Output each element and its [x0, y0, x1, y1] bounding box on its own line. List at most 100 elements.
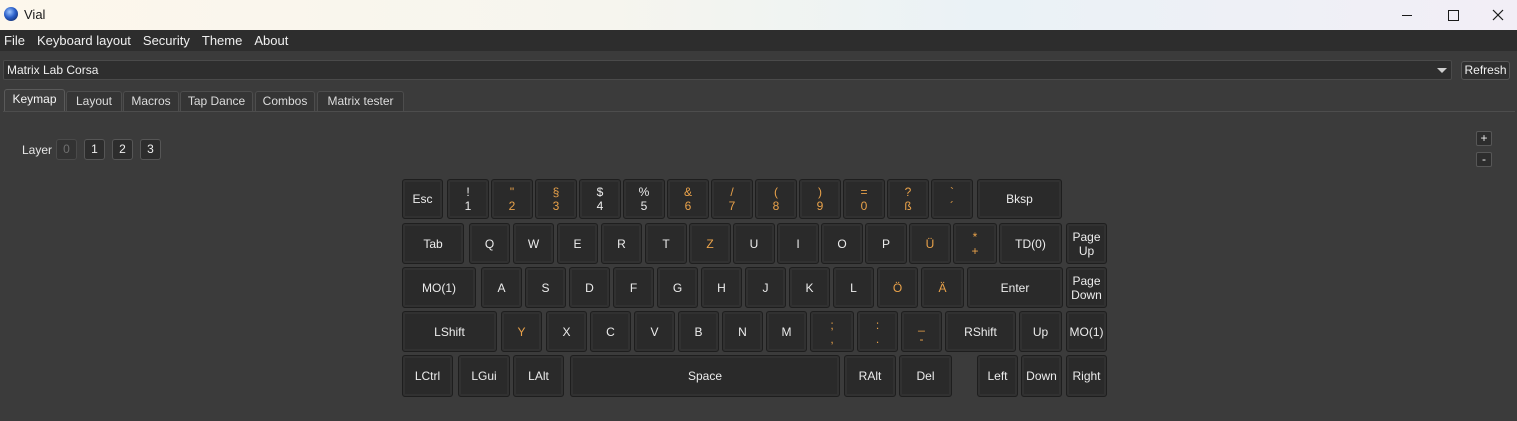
key-0[interactable]: = 0 — [843, 179, 885, 219]
menu-keyboard-layout[interactable]: Keyboard layout — [32, 33, 138, 48]
key-legend-bottom: 8 — [772, 199, 780, 213]
layer-0-button[interactable]: 0 — [56, 139, 77, 160]
key-legend-top: * — [972, 229, 978, 244]
key-4[interactable]: $4 — [579, 179, 621, 219]
key-3[interactable]: § 3 — [535, 179, 577, 219]
key-2[interactable]: " 2 — [491, 179, 533, 219]
menu-bar: File Keyboard layout Security Theme Abou… — [0, 30, 1517, 51]
menu-security[interactable]: Security — [138, 33, 197, 48]
key-td-0[interactable]: TD(0) — [999, 223, 1062, 264]
key-5[interactable]: % 5 — [623, 179, 665, 219]
key-enter[interactable]: Enter — [967, 267, 1063, 308]
chevron-down-icon[interactable] — [1437, 68, 1447, 73]
key-t[interactable]: T — [645, 223, 687, 264]
key-page-down[interactable]: Page Down — [1066, 267, 1107, 308]
tab-macros[interactable]: Macros — [123, 91, 179, 111]
key-space[interactable]: Space — [570, 355, 840, 397]
tab-combos[interactable]: Combos — [255, 91, 315, 111]
key-r1-11[interactable]: Ü — [909, 223, 951, 264]
key-h[interactable]: H — [701, 267, 742, 308]
key-q[interactable]: Q — [469, 223, 510, 264]
tab-keymap[interactable]: Keymap — [4, 89, 65, 112]
key-mo-1[interactable]: MO(1) — [1066, 311, 1107, 352]
key-lgui[interactable]: LGui — [458, 355, 510, 397]
key-up[interactable]: Up — [1019, 311, 1062, 352]
key-r1-12[interactable]: * + — [953, 223, 997, 264]
key-r2-10[interactable]: Ö — [877, 267, 918, 308]
key-r2-11[interactable]: Ä — [921, 267, 964, 308]
key-u[interactable]: U — [733, 223, 775, 264]
key-legend: Y — [517, 324, 526, 339]
key-r0-11[interactable]: ? ß — [887, 179, 929, 219]
key-lctrl[interactable]: LCtrl — [402, 355, 453, 397]
menu-file[interactable]: File — [0, 33, 32, 48]
key-9[interactable]: ) 9 — [799, 179, 841, 219]
key-g[interactable]: G — [657, 267, 698, 308]
zoom-in-button[interactable]: + — [1476, 131, 1492, 146]
keyboard-select[interactable]: Matrix Lab Corsa — [3, 60, 1452, 80]
key-lalt[interactable]: LAlt — [513, 355, 564, 397]
key-c[interactable]: C — [590, 311, 631, 352]
refresh-button[interactable]: Refresh — [1461, 61, 1510, 80]
tab-tap-dance[interactable]: Tap Dance — [180, 91, 253, 111]
key-del[interactable]: Del — [899, 355, 952, 397]
key-v[interactable]: V — [634, 311, 675, 352]
key-b[interactable]: B — [678, 311, 719, 352]
key-legend-top: _ — [918, 317, 925, 332]
key-7[interactable]: /7 — [711, 179, 753, 219]
key-r3-10[interactable]: _ - — [901, 311, 942, 352]
key-down[interactable]: Down — [1021, 355, 1062, 397]
key-e[interactable]: E — [557, 223, 598, 264]
key-mo-1[interactable]: MO(1) — [402, 267, 476, 308]
key-legend-bottom: Up — [1078, 243, 1095, 258]
key-bksp[interactable]: Bksp — [977, 179, 1062, 219]
key-f[interactable]: F — [613, 267, 654, 308]
key-rshift[interactable]: RShift — [945, 311, 1016, 352]
key-r0-12[interactable]: ` ´ — [931, 179, 973, 219]
maximize-button[interactable] — [1430, 0, 1476, 30]
key-right[interactable]: Right — [1066, 355, 1107, 397]
key-r3-8[interactable]: ;, — [810, 311, 854, 352]
minimize-button[interactable] — [1384, 0, 1430, 30]
key-page-up[interactable]: Page Up — [1066, 223, 1107, 264]
key-l[interactable]: L — [833, 267, 874, 308]
key-legend: D — [585, 280, 594, 295]
key-8[interactable]: (8 — [755, 179, 797, 219]
key-r3-9[interactable]: :. — [857, 311, 898, 352]
close-button[interactable] — [1475, 0, 1517, 30]
key-i[interactable]: I — [777, 223, 819, 264]
menu-about[interactable]: About — [249, 33, 295, 48]
key-legend: Space — [687, 369, 723, 383]
tab-matrix-tester[interactable]: Matrix tester — [317, 91, 404, 111]
key-p[interactable]: P — [865, 223, 907, 264]
tab-layout[interactable]: Layout — [66, 91, 122, 111]
key-s[interactable]: S — [525, 267, 566, 308]
key-legend-top: Page — [1072, 229, 1101, 244]
key-w[interactable]: W — [513, 223, 554, 264]
layer-1-button[interactable]: 1 — [84, 139, 105, 160]
zoom-out-button[interactable]: - — [1476, 152, 1492, 167]
key-j[interactable]: J — [745, 267, 786, 308]
key-r[interactable]: R — [601, 223, 642, 264]
key-lshift[interactable]: LShift — [402, 311, 497, 352]
key-left[interactable]: Left — [977, 355, 1018, 397]
layer-2-button[interactable]: 2 — [112, 139, 133, 160]
key-legend: Bksp — [1006, 192, 1033, 206]
key-z[interactable]: Z — [689, 223, 731, 264]
key-m[interactable]: M — [766, 311, 807, 352]
key-esc[interactable]: Esc — [402, 179, 443, 219]
key-a[interactable]: A — [481, 267, 522, 308]
key-tab[interactable]: Tab — [402, 223, 464, 264]
key-1[interactable]: ! 1 — [447, 179, 489, 219]
key-ralt[interactable]: RAlt — [844, 355, 896, 397]
key-6[interactable]: & 6 — [667, 179, 709, 219]
key-n[interactable]: N — [722, 311, 763, 352]
key-k[interactable]: K — [789, 267, 830, 308]
key-d[interactable]: D — [569, 267, 610, 308]
key-x[interactable]: X — [546, 311, 587, 352]
menu-theme[interactable]: Theme — [197, 33, 249, 48]
key-y[interactable]: Y — [501, 311, 542, 352]
layer-3-button[interactable]: 3 — [140, 139, 161, 160]
title-bar: Vial — [0, 0, 1517, 30]
key-o[interactable]: O — [821, 223, 863, 264]
